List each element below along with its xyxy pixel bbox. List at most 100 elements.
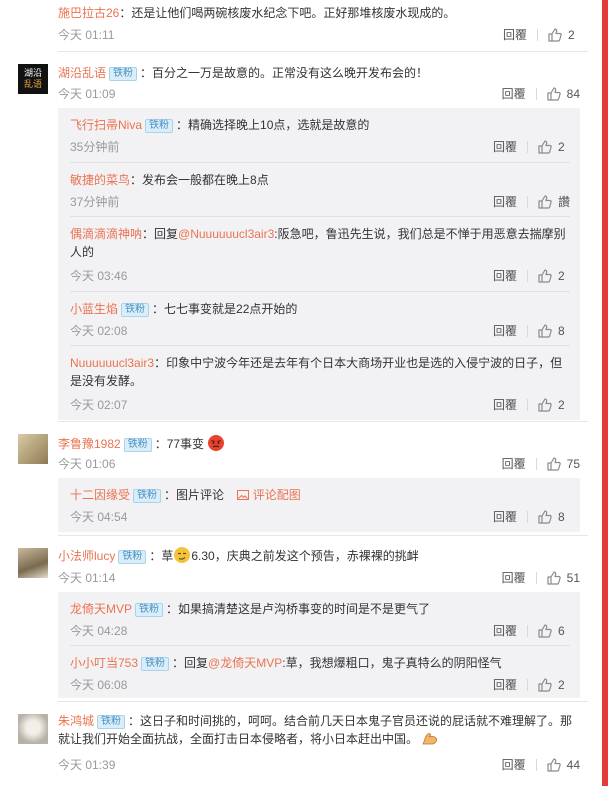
reply-time: 37分钟前 [70, 195, 120, 209]
reply-actions: 回覆 讚 [493, 193, 570, 211]
reply-actions: 回覆 2 [493, 267, 570, 285]
reply-item: 龙倚天MVP 铁粉 ：如果搞清楚这是卢沟桥事变的时间是不是更气了 今天 04:28 … [58, 592, 580, 644]
like-button[interactable]: 84 [547, 85, 580, 103]
reply-username[interactable]: 十二因缘受 [70, 488, 130, 502]
avatar[interactable] [18, 548, 48, 578]
reply-username[interactable]: 偶滴滴滴神呐 [70, 227, 142, 241]
like-button[interactable]: 8 [538, 508, 570, 526]
comment-body: ：还是让他们喝两碗核废水纪念下吧。正好那堆核废水现成的。 [119, 6, 456, 20]
reply-button[interactable]: 回覆 [502, 85, 526, 103]
reply-button[interactable]: 回覆 [493, 396, 517, 414]
avatar[interactable] [18, 714, 48, 744]
divider [535, 759, 537, 771]
thumbs-up-icon [538, 398, 552, 412]
reply-item: 小蓝生焰 铁粉 ：七七事变就是22点开始的 今天 02:08 回覆 8 [58, 292, 580, 344]
like-count: 8 [558, 324, 565, 338]
like-button[interactable]: 2 [538, 138, 570, 156]
comment-item: 李鲁豫1982 铁粉 ：77事变 今天 01:06 回覆 75 十二因缘受 铁粉 ：图片… [0, 422, 598, 536]
divider [537, 29, 538, 41]
like-button[interactable]: 2 [538, 396, 570, 414]
like-button[interactable]: 75 [547, 455, 580, 473]
reply-username[interactable]: 小小叮当753 [70, 656, 138, 670]
comment-username[interactable]: 朱鸿城 [58, 714, 94, 728]
comment-item: 小法师lucy 铁粉 ：草 6.30，庆典之前发这个预告，赤裸裸的挑衅 今天 01:1… [0, 536, 598, 702]
comment-actions: 回覆 51 [502, 569, 580, 587]
fan-badge: 铁粉 [121, 303, 150, 317]
reply-text: Nuuuuuucl3air3：印象中宁波今年还是去年有个日本大商场开业也是选的入… [70, 354, 570, 390]
comment-username[interactable]: 湖沿乱语 [58, 66, 106, 80]
mention-link[interactable]: @龙倚天MVP [208, 656, 282, 670]
angry-face-icon [208, 435, 225, 451]
thumbs-up-icon [547, 758, 561, 772]
divider [527, 141, 528, 153]
like-count: 84 [566, 87, 580, 101]
reply-meta: 今天 02:08 回覆 8 [70, 322, 570, 340]
reply-button[interactable]: 回覆 [502, 455, 526, 473]
reply-actions: 回覆 8 [493, 322, 570, 340]
reply-button[interactable]: 回覆 [493, 193, 517, 211]
thumbs-up-icon [547, 87, 561, 101]
comment-text: 朱鸿城 铁粉 ：这日子和时间挑的，呵呵。结合前几天日本鬼子官员还说的屁话就不难理解了… [58, 712, 576, 748]
divider [527, 679, 528, 691]
reply-item: 偶滴滴滴神呐：回复@Nuuuuuucl3air3:阪急吧，鲁迅先生说，我们总是不… [58, 217, 580, 289]
divider [535, 88, 537, 100]
reply-meta: 37分钟前 回覆 讚 [70, 193, 570, 211]
like-button[interactable]: 2 [548, 26, 580, 44]
reply-button[interactable]: 回覆 [493, 508, 517, 526]
comment-actions: 回覆 2 [503, 26, 580, 44]
reply-text: 龙倚天MVP 铁粉 ：如果搞清楚这是卢沟桥事变的时间是不是更气了 [70, 600, 570, 618]
reply-button[interactable]: 回覆 [493, 676, 517, 694]
like-count: 6 [558, 624, 565, 638]
comment-username[interactable]: 施巴拉古26 [58, 6, 119, 20]
page-edge-bar [602, 0, 608, 786]
like-button[interactable]: 2 [538, 267, 570, 285]
reply-button[interactable]: 回覆 [502, 569, 526, 587]
reply-meta: 35分钟前 回覆 2 [70, 138, 570, 156]
view-image-link[interactable]: 评论配图 [237, 488, 301, 502]
fan-badge: 铁粉 [109, 67, 138, 81]
comment-text: 李鲁豫1982 铁粉 ：77事变 [58, 434, 576, 453]
reply-meta: 今天 06:08 回覆 2 [70, 676, 570, 694]
reply-body: ：发布会一般都在晚上8点 [130, 173, 269, 187]
like-button[interactable]: 讚 [538, 193, 570, 211]
reply-button[interactable]: 回覆 [493, 267, 517, 285]
like-button[interactable]: 51 [547, 569, 580, 587]
reply-button[interactable]: 回覆 [493, 138, 517, 156]
reply-username[interactable]: 小蓝生焰 [70, 302, 118, 316]
reply-button[interactable]: 回覆 [502, 756, 526, 774]
reply-body: :草，我想爆粗口，鬼子真特么的阴阳怪气 [282, 656, 502, 670]
reply-username[interactable]: 飞行扫帚Niva [70, 118, 142, 132]
reply-meta: 今天 04:54 回覆 8 [70, 508, 570, 526]
avatar[interactable]: 湖沿 乱语 [18, 64, 48, 94]
reply-username[interactable]: 敏捷的菜鸟 [70, 173, 130, 187]
thumbs-up-icon [538, 269, 552, 283]
thumbs-up-icon [538, 195, 552, 209]
thumbs-up-icon [538, 624, 552, 638]
mention-link[interactable]: @Nuuuuuucl3air3 [178, 227, 274, 241]
reply-username[interactable]: 龙倚天MVP [70, 602, 132, 616]
fan-badge: 铁粉 [141, 657, 170, 671]
reply-actions: 回覆 2 [493, 396, 570, 414]
reply-button[interactable]: 回覆 [493, 622, 517, 640]
like-button[interactable]: 2 [538, 676, 570, 694]
reply-button[interactable]: 回覆 [493, 322, 517, 340]
reply-body: ：七七事变就是22点开始的 [152, 302, 298, 316]
reply-item: 敏捷的菜鸟：发布会一般都在晚上8点 37分钟前 回覆 讚 [58, 163, 580, 215]
avatar[interactable] [18, 434, 48, 464]
reply-text: 十二因缘受 铁粉 ：图片评论 评论配图 [70, 486, 570, 504]
reply-item: 飞行扫帚Niva 铁粉 ：精确选择晚上10点，选就是故意的 35分钟前 回覆 2 [58, 108, 580, 160]
comment-username[interactable]: 小法师lucy [58, 549, 115, 563]
like-button[interactable]: 8 [538, 322, 570, 340]
reply-username[interactable]: Nuuuuuucl3air3 [70, 356, 154, 370]
comment-body: ：草 [149, 549, 174, 563]
reply-button[interactable]: 回覆 [503, 26, 527, 44]
like-button[interactable]: 6 [538, 622, 570, 640]
reply-item: Nuuuuuucl3air3：印象中宁波今年还是去年有个日本大商场开业也是选的入… [58, 346, 580, 420]
reply-time: 今天 06:08 [70, 678, 128, 692]
like-count: 2 [558, 269, 565, 283]
comment-username[interactable]: 李鲁豫1982 [58, 437, 121, 451]
comment-meta: 今天 01:06 回覆 75 [58, 455, 580, 473]
thumbs-up-icon [538, 510, 552, 524]
like-button[interactable]: 44 [547, 756, 580, 774]
thumbs-up-icon [547, 571, 561, 585]
